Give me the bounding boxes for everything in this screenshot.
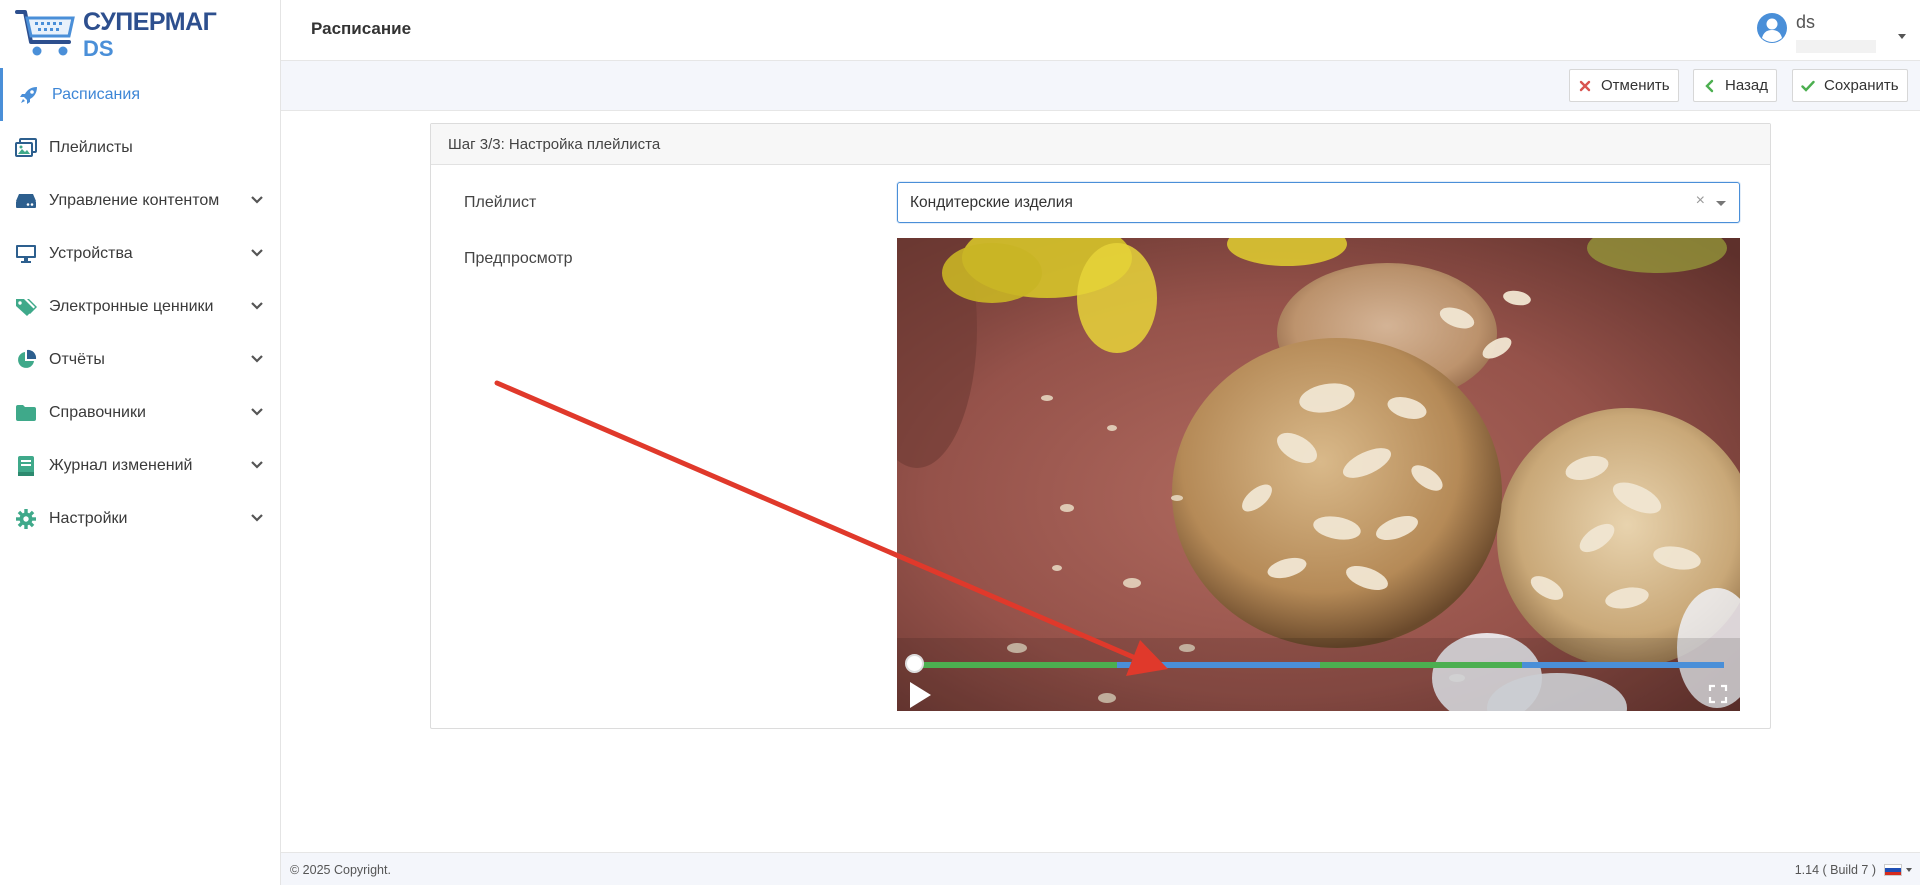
chevron-down-icon — [251, 195, 263, 204]
video-preview[interactable] — [897, 238, 1740, 711]
chevron-down-icon — [251, 460, 263, 469]
logo-subtitle: DS — [83, 36, 114, 61]
version-text: 1.14 ( Build 7 ) — [1794, 863, 1876, 877]
progress-handle[interactable] — [905, 654, 924, 673]
play-icon[interactable] — [907, 680, 933, 710]
top-header: Расписание ds — [281, 0, 1920, 61]
sidebar-nav: Расписания Плейлисты Управление контенто… — [0, 68, 280, 545]
sidebar-item-label: Журнал изменений — [49, 456, 193, 474]
save-button-label: Сохранить — [1824, 77, 1899, 94]
sidebar-item-schedules[interactable]: Расписания — [0, 68, 280, 121]
sidebar-item-price-tags[interactable]: Электронные ценники — [0, 280, 280, 333]
desktop-icon — [15, 243, 37, 265]
caret-down-icon — [1898, 34, 1906, 39]
playlist-selected-value: Кондитерские изделия — [910, 194, 1073, 211]
cancel-button-label: Отменить — [1601, 77, 1670, 94]
sidebar-item-directories[interactable]: Справочники — [0, 386, 280, 439]
logo-title: СУПЕРМАГ — [83, 8, 217, 36]
save-button[interactable]: Сохранить — [1792, 69, 1908, 102]
caret-down-icon[interactable] — [1906, 868, 1912, 872]
server-icon — [15, 190, 37, 212]
book-icon — [15, 455, 37, 477]
user-name: ds — [1796, 12, 1816, 32]
pie-chart-icon — [15, 349, 37, 371]
progress-segment — [1319, 662, 1522, 668]
sidebar-item-label: Устройства — [49, 244, 133, 262]
sidebar-item-label: Расписания — [52, 85, 140, 103]
preview-label: Предпросмотр — [464, 250, 573, 267]
sidebar-item-reports[interactable]: Отчёты — [0, 333, 280, 386]
footer: © 2025 Copyright. 1.14 ( Build 7 ) — [281, 852, 1920, 885]
logo[interactable]: СУПЕРМАГ DS — [15, 6, 217, 62]
chevron-down-icon — [251, 248, 263, 257]
rocket-icon — [18, 84, 40, 106]
sidebar-item-changelog[interactable]: Журнал изменений — [0, 439, 280, 492]
user-organization-redacted — [1796, 40, 1876, 53]
playlist-label: Плейлист — [464, 194, 537, 211]
tags-icon — [15, 296, 37, 318]
fullscreen-icon[interactable] — [1708, 684, 1728, 704]
wizard-card: Шаг 3/3: Настройка плейлиста Плейлист Ко… — [430, 123, 1771, 729]
language-flag-icon[interactable] — [1884, 864, 1902, 876]
wizard-step-title: Шаг 3/3: Настройка плейлиста — [431, 124, 1770, 165]
clear-selection-icon[interactable]: × — [1696, 192, 1705, 210]
sidebar-item-devices[interactable]: Устройства — [0, 227, 280, 280]
chevron-down-icon — [251, 301, 263, 310]
chevron-down-icon — [251, 354, 263, 363]
progress-segment — [915, 662, 1118, 668]
page-title: Расписание — [311, 19, 412, 38]
copyright-text: © 2025 Copyright. — [290, 863, 391, 877]
check-icon — [1801, 79, 1815, 93]
sidebar-item-playlists[interactable]: Плейлисты — [0, 121, 280, 174]
sidebar: СУПЕРМАГ DS Расписания Плейлисты Управле… — [0, 0, 281, 885]
images-icon — [15, 137, 37, 159]
chevron-left-icon — [1702, 79, 1716, 93]
gear-icon — [15, 508, 37, 530]
folder-icon — [15, 402, 37, 424]
chevron-down-icon — [251, 513, 263, 522]
sidebar-item-label: Плейлисты — [49, 138, 133, 156]
cart-logo-icon — [15, 10, 75, 56]
cancel-button[interactable]: Отменить — [1569, 69, 1679, 102]
chevron-down-icon — [251, 407, 263, 416]
sidebar-item-label: Управление контентом — [49, 191, 220, 209]
close-icon — [1578, 79, 1592, 93]
preview-image — [897, 238, 1740, 711]
playlist-select[interactable]: Кондитерские изделия × — [897, 182, 1740, 223]
app-root: СУПЕРМАГ DS Расписания Плейлисты Управле… — [0, 0, 1920, 885]
sidebar-item-content[interactable]: Управление контентом — [0, 174, 280, 227]
progress-segment — [1117, 662, 1320, 668]
caret-down-icon[interactable] — [1716, 201, 1726, 206]
sidebar-item-label: Настройки — [49, 509, 128, 527]
sidebar-item-label: Отчёты — [49, 350, 105, 368]
user-avatar-icon — [1757, 13, 1787, 43]
playlist-progress-bar[interactable] — [915, 662, 1724, 668]
back-button-label: Назад — [1725, 77, 1768, 94]
sidebar-item-label: Справочники — [49, 403, 146, 421]
progress-segment — [1521, 662, 1724, 668]
back-button[interactable]: Назад — [1693, 69, 1777, 102]
sidebar-item-settings[interactable]: Настройки — [0, 492, 280, 545]
user-menu[interactable]: ds — [1756, 10, 1906, 53]
action-toolbar: Отменить Назад Сохранить — [281, 61, 1920, 111]
sidebar-item-label: Электронные ценники — [49, 297, 214, 315]
